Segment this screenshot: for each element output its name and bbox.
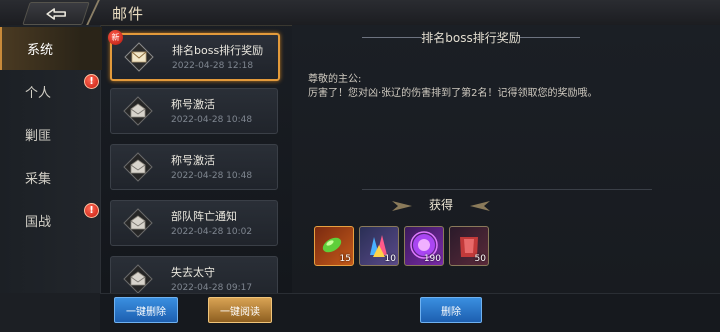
read-envelope-icon — [123, 152, 153, 182]
reward-count: 50 — [474, 254, 486, 264]
back-button[interactable] — [22, 2, 90, 25]
mail-title: 失去太守 — [171, 266, 215, 279]
tab-label: 采集 — [24, 172, 51, 187]
title-bar: 邮件 — [0, 0, 720, 26]
mail-title: 称号激活 — [171, 98, 215, 111]
reward-item[interactable]: 190 — [404, 226, 444, 266]
delete-all-button[interactable]: 一键删除 — [114, 297, 178, 323]
reward-item[interactable]: 15 — [314, 226, 354, 266]
category-tabs: 系统 个人 ! 剿匪 采集 国战 ! — [0, 25, 102, 332]
mail-item[interactable]: 失去太守 2022-04-28 09:17 — [110, 256, 278, 293]
action-bar: 一键删除 一键阅读 删除 — [100, 293, 720, 332]
tab-bandits[interactable]: 剿匪 — [0, 113, 100, 156]
tab-label: 系统 — [26, 43, 53, 58]
new-badge: 新 — [108, 30, 123, 45]
detail-greeting: 尊敬的主公: — [308, 74, 362, 85]
wing-ornament-icon — [470, 197, 492, 211]
mail-title: 称号激活 — [171, 154, 215, 167]
open-envelope-icon — [124, 42, 154, 72]
reward-count: 10 — [384, 254, 396, 264]
reward-item[interactable]: 50 — [449, 226, 489, 266]
read-envelope-icon — [123, 208, 153, 238]
mail-item[interactable]: 称号激活 2022-04-28 10:48 — [110, 144, 278, 190]
detail-title: 排名boss排行奖励 — [421, 31, 521, 45]
detail-body: 厉害了！您对凶·张辽的伤害排到了第2名！记得领取您的奖励哦。 — [308, 88, 598, 99]
read-envelope-icon — [123, 96, 153, 126]
mail-date: 2022-04-28 10:48 — [171, 171, 253, 181]
tab-system[interactable]: 系统 — [0, 27, 102, 70]
mail-detail: 排名boss排行奖励 尊敬的主公: 厉害了！您对凶·张辽的伤害排到了第2名！记得… — [292, 25, 720, 293]
mail-item[interactable]: 部队阵亡通知 2022-04-28 10:02 — [110, 200, 278, 246]
back-arrow-icon — [45, 6, 67, 20]
mail-date: 2022-04-28 10:48 — [171, 115, 253, 125]
tab-personal[interactable]: 个人 ! — [0, 70, 100, 113]
read-envelope-icon — [123, 264, 153, 293]
tab-gather[interactable]: 采集 — [0, 156, 100, 199]
tab-national-war[interactable]: 国战 ! — [0, 199, 100, 242]
alert-badge-icon: ! — [84, 74, 99, 89]
alert-badge-icon: ! — [84, 203, 99, 218]
mail-item[interactable]: 称号激活 2022-04-28 10:48 — [110, 88, 278, 134]
mail-title: 排名boss排行奖励 — [172, 44, 264, 57]
left-footer — [0, 293, 100, 332]
content-divider — [362, 189, 652, 190]
mail-date: 2022-04-28 10:02 — [171, 227, 253, 237]
delete-button[interactable]: 删除 — [420, 297, 482, 323]
rewards-label: 获得 — [428, 198, 453, 212]
tab-label: 国战 — [24, 215, 51, 230]
read-all-button[interactable]: 一键阅读 — [208, 297, 272, 323]
mail-date: 2022-04-28 09:17 — [171, 283, 253, 293]
mail-item-selected[interactable]: 新 排名boss排行奖励 2022-04-28 12:18 — [108, 30, 280, 81]
mail-list: 新 排名boss排行奖励 2022-04-28 12:18 称号激活 2022-… — [100, 25, 292, 293]
reward-item[interactable]: 10 — [359, 226, 399, 266]
reward-count: 15 — [339, 254, 351, 264]
tab-label: 剿匪 — [24, 129, 51, 144]
page-title: 邮件 — [112, 5, 145, 23]
reward-count: 190 — [423, 254, 441, 264]
mail-window: 邮件 系统 个人 ! 剿匪 采集 国战 ! 新 排名boss排行奖励 2022-… — [0, 0, 720, 332]
title-separator — [86, 0, 110, 25]
mail-date: 2022-04-28 12:18 — [172, 61, 254, 71]
tab-label: 个人 — [24, 86, 51, 101]
mail-title: 部队阵亡通知 — [171, 210, 237, 223]
